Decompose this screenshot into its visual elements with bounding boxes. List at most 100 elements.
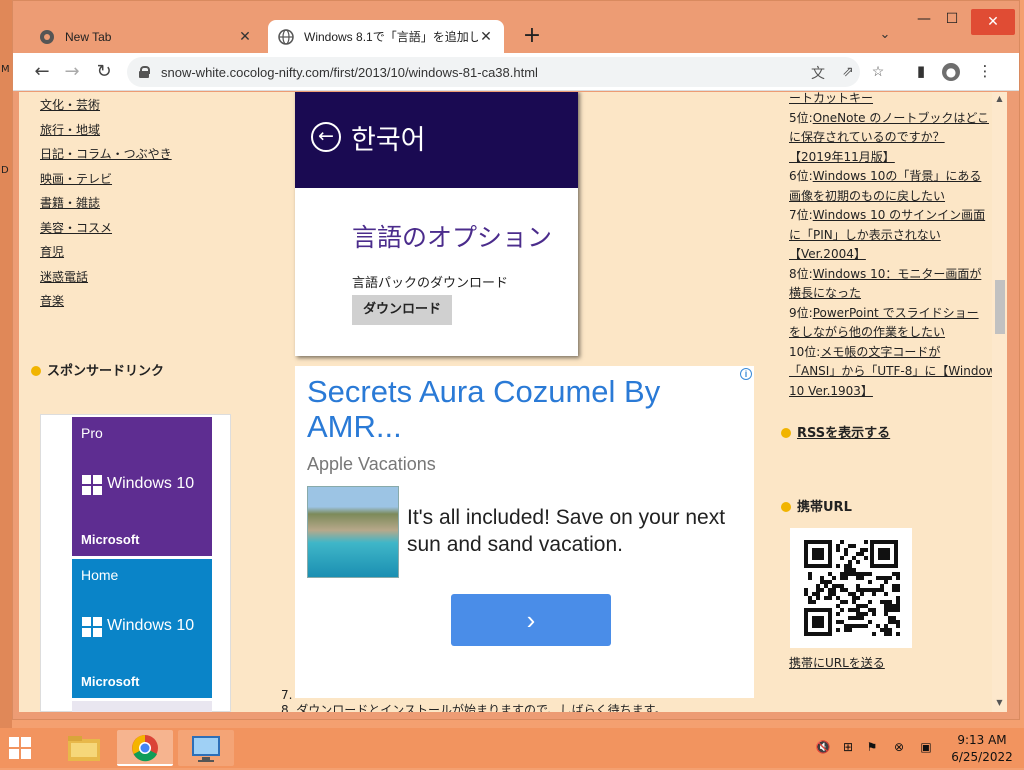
product-banner-strip[interactable] xyxy=(72,701,212,712)
side-panel-icon[interactable]: ▮ xyxy=(911,62,931,82)
product-ad-box: Pro Windows 10 Microsoft Home Windows 10… xyxy=(40,414,231,712)
product-windows10-home[interactable]: Home Windows 10 Microsoft xyxy=(72,559,212,698)
ranking-link[interactable]: をしながら他の作業をしたい xyxy=(789,325,945,339)
ranking-line[interactable]: 9位:PowerPoint でスライドショー xyxy=(789,304,979,324)
ranking-link[interactable]: 10 Ver.1903】 xyxy=(789,384,873,398)
browser-toolbar: ← → ↻ snow-white.cocolog-nifty.com/first… xyxy=(13,53,1019,91)
chrome-taskbar-icon[interactable] xyxy=(117,730,173,766)
ranking-link[interactable]: 【Ver.2004】 xyxy=(789,247,866,261)
ranking-line[interactable]: 7位:Windows 10 のサインイン画面 xyxy=(789,206,985,226)
rank-number: 7位: xyxy=(789,208,813,222)
close-tab-icon[interactable]: ✕ xyxy=(237,28,253,45)
language-options-heading: 言語のオプション xyxy=(352,223,553,252)
ranking-link[interactable]: ートカットキー xyxy=(789,92,873,105)
clock-time[interactable]: 9:13 AM xyxy=(950,733,1014,747)
category-link[interactable]: 迷惑電話 xyxy=(40,268,88,285)
app-tray-icon[interactable]: ▣ xyxy=(918,740,934,756)
page-scrollbar[interactable]: ▲ ▼ xyxy=(992,92,1007,712)
action-flag-icon[interactable]: ⚑ xyxy=(864,740,880,756)
scroll-thumb[interactable] xyxy=(995,280,1005,334)
back-arrow-icon: ← xyxy=(311,122,341,152)
ranking-link[interactable]: 「ANSI」から「UTF-8」に【Windows xyxy=(789,364,992,378)
tab-search-icon[interactable]: ⌄ xyxy=(875,27,895,47)
reload-button[interactable]: ↻ xyxy=(93,61,115,83)
back-button[interactable]: ← xyxy=(31,61,53,83)
ranking-line[interactable]: ートカットキー xyxy=(789,92,873,109)
category-link[interactable]: 音楽 xyxy=(40,292,64,309)
ranking-line[interactable]: 画像を初期のものに戻したい xyxy=(789,187,945,207)
category-link[interactable]: 日記・コラム・つぶやき xyxy=(40,145,172,162)
windows-start-icon[interactable] xyxy=(9,737,31,759)
network-icon[interactable]: ⊞ xyxy=(840,740,856,756)
advertisement[interactable]: i Secrets Aura Cozumel By AMR... Apple V… xyxy=(295,366,754,698)
scroll-up-arrow-icon[interactable]: ▲ xyxy=(992,94,1007,106)
share-icon[interactable]: ⇗ xyxy=(839,63,857,81)
download-button-image: ダウンロード xyxy=(352,295,452,325)
kebab-menu-icon[interactable]: ⋮ xyxy=(975,62,995,82)
ad-advertiser[interactable]: Apple Vacations xyxy=(307,454,436,475)
category-link[interactable]: 育児 xyxy=(40,243,64,260)
translate-icon[interactable]: 文 xyxy=(809,63,827,81)
ranking-line[interactable]: 【2019年11月版】 xyxy=(789,148,895,168)
category-link[interactable]: 映画・テレビ xyxy=(40,170,112,187)
ad-cta-button[interactable]: › xyxy=(451,594,611,646)
tab-new-tab[interactable]: New Tab ✕ xyxy=(29,20,263,53)
ad-info-icon[interactable]: i xyxy=(740,368,752,380)
ad-title[interactable]: Secrets Aura Cozumel By AMR... xyxy=(307,374,727,444)
mobile-url-heading: 携帯URL xyxy=(781,496,852,515)
ranking-link[interactable]: Windows 10：モニター画面が xyxy=(813,267,982,281)
ranking-link[interactable]: 画像を初期のものに戻したい xyxy=(789,189,945,203)
ad-resort-image[interactable] xyxy=(307,486,399,578)
ranking-link[interactable]: に保存されているのですか？ xyxy=(789,130,945,144)
remote-desktop-taskbar-icon[interactable] xyxy=(178,730,234,766)
forward-button[interactable]: → xyxy=(61,61,83,83)
category-link[interactable]: 文化・芸術 xyxy=(40,96,100,113)
ranking-line[interactable]: 横長になった xyxy=(789,284,861,304)
ranking-line[interactable]: をしながら他の作業をしたい xyxy=(789,323,945,343)
scroll-down-arrow-icon[interactable]: ▼ xyxy=(992,698,1007,710)
file-explorer-taskbar-icon[interactable] xyxy=(56,730,112,766)
volume-muted-icon[interactable]: 🔇 xyxy=(815,740,831,756)
ad-body[interactable]: It's all included! Save on your next sun… xyxy=(407,504,727,558)
ranking-line[interactable]: 8位:Windows 10：モニター画面が xyxy=(789,265,981,285)
rank-number: 8位: xyxy=(789,266,813,281)
close-tab-icon[interactable]: ✕ xyxy=(478,28,494,45)
lock-icon[interactable] xyxy=(139,66,150,78)
category-link[interactable]: 美容・コスメ xyxy=(40,219,112,236)
ranking-link[interactable]: 【2019年11月版】 xyxy=(789,150,895,164)
tab-title: Windows 8.1で「言語」を追加して利 xyxy=(304,30,478,44)
new-tab-button[interactable]: + xyxy=(518,24,546,50)
ranking-line[interactable]: に「PIN」しか表示されない xyxy=(789,226,941,246)
rank-number: 9位: xyxy=(789,305,813,320)
ranking-line[interactable]: 「ANSI」から「UTF-8」に【Windows xyxy=(789,362,992,382)
ranking-line[interactable]: 10位:メモ帳の文字コードが xyxy=(789,343,940,363)
profile-avatar-icon[interactable]: ● xyxy=(941,62,961,82)
ranking-link[interactable]: 横長になった xyxy=(789,286,861,300)
product-windows10-pro[interactable]: Pro Windows 10 Microsoft xyxy=(72,417,212,556)
ranking-link[interactable]: に「PIN」しか表示されない xyxy=(789,228,941,242)
clock-date[interactable]: 6/25/2022 xyxy=(946,750,1018,764)
ranking-link[interactable]: Windows 10の「背景」にある xyxy=(813,169,982,183)
ranking-link[interactable]: PowerPoint でスライドショー xyxy=(813,306,979,320)
rank-number: 10位: xyxy=(789,344,821,359)
category-link[interactable]: 書籍・雑誌 xyxy=(40,194,100,211)
address-bar[interactable]: snow-white.cocolog-nifty.com/first/2013/… xyxy=(127,57,884,87)
ranking-link[interactable]: Windows 10 のサインイン画面 xyxy=(813,208,985,222)
tab-article[interactable]: Windows 8.1で「言語」を追加して利 ✕ xyxy=(268,20,504,53)
minimize-button[interactable]: — xyxy=(909,11,939,33)
close-window-button[interactable]: ✕ xyxy=(971,9,1015,35)
bookmark-star-icon[interactable]: ☆ xyxy=(869,63,887,81)
ranking-link[interactable]: メモ帳の文字コードが xyxy=(820,345,940,359)
ranking-link[interactable]: OneNote のノートブックはどこ xyxy=(813,111,989,125)
ranking-line[interactable]: に保存されているのですか？ xyxy=(789,128,945,148)
ranking-line[interactable]: 【Ver.2004】 xyxy=(789,245,866,265)
maximize-button[interactable]: ☐ xyxy=(937,11,967,33)
send-url-link[interactable]: 携帯にURLを送る xyxy=(789,654,885,671)
ranking-line[interactable]: 6位:Windows 10の「背景」にある xyxy=(789,167,981,187)
language-pack-label: 言語パックのダウンロード xyxy=(352,276,509,291)
ranking-line[interactable]: 5位:OneNote のノートブックはどこ xyxy=(789,109,989,129)
category-link[interactable]: 旅行・地域 xyxy=(40,121,100,138)
blocked-icon[interactable]: ⊗ xyxy=(891,740,907,756)
ranking-line[interactable]: 10 Ver.1903】 xyxy=(789,382,873,402)
rss-link[interactable]: RSSを表示する xyxy=(781,422,890,441)
